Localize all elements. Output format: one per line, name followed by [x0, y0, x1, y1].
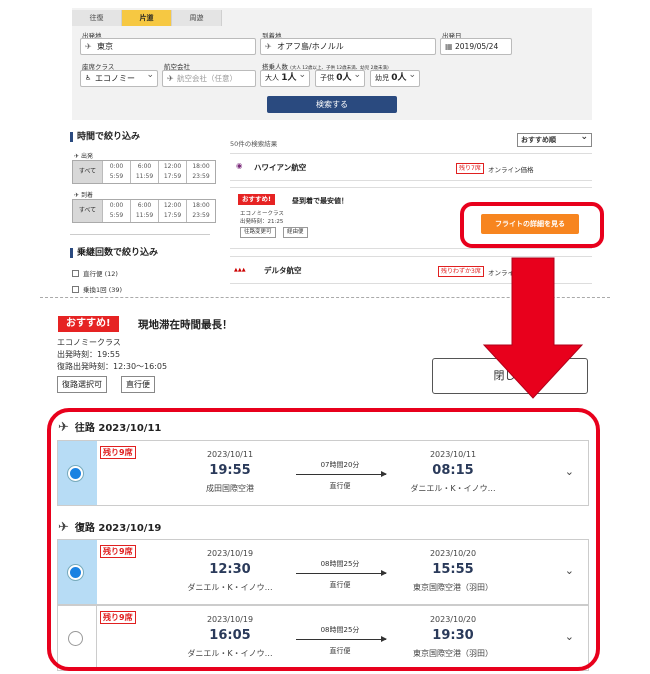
chip-return-select: 復路選択可 — [57, 376, 107, 393]
search-page: 往復 片道 周遊 出発地 ✈ 東京 到着地 ✈ オアフ島/ホノルル 出発日 ▦ … — [0, 0, 650, 300]
origin-value: 東京 — [97, 42, 113, 51]
airline-input[interactable]: ✈ 航空会社（任意） — [162, 70, 256, 87]
seat-icon: ♿ — [85, 74, 92, 82]
child-value: 0人 — [336, 73, 352, 83]
stops-filter-title: 乗継回数で絞り込み — [70, 248, 158, 258]
arrive-label-text: 到着 — [80, 192, 93, 199]
card-headline: 昼到着で最安値！ — [292, 197, 348, 205]
recommended-badge: おすすめ! — [238, 194, 275, 205]
depart-slot-all[interactable]: すべて — [73, 161, 103, 183]
card-depart-time: 出発時刻：21:25 — [240, 219, 284, 225]
airline-name: ハワイアン航空 — [254, 163, 307, 172]
arrive-filter-label: ✈ 到着 — [74, 190, 93, 199]
trip-type-tabs: 往復 片道 周遊 — [72, 10, 222, 26]
depart-filter-label: ✈ 出発 — [74, 151, 93, 160]
depart-label-text: 出発 — [80, 153, 93, 160]
online-price-label: オンライン価格 — [488, 269, 534, 277]
depart-slot-1[interactable]: 0:00 5:59 — [103, 161, 131, 183]
detail-depart-time: 出発時刻：19:55 — [57, 350, 121, 359]
plane-takeoff-icon: ✈ — [85, 42, 92, 51]
close-button[interactable]: 閉じる — [432, 358, 588, 394]
arrive-slot-1[interactable]: 0:00 5:59 — [103, 200, 131, 222]
tab-roundtrip[interactable]: 往復 — [72, 10, 122, 26]
highlight-flight-options — [47, 408, 600, 671]
chip-via: 経由便 — [283, 227, 308, 238]
detail-headline: 現地滞在時間最長！ — [138, 319, 233, 331]
seats-left-badge: 残り7席 — [456, 163, 484, 174]
card-class: エコノミークラス — [240, 211, 284, 217]
date-value: 2019/05/24 — [455, 42, 499, 51]
depart-time-grid: すべて 0:00 5:59 6:00 11:59 12:00 17:59 18:00 2… — [72, 160, 216, 184]
time-filter-title: 時間で絞り込み — [70, 132, 140, 142]
adult-value: 1人 — [281, 73, 297, 83]
chip-change-ok: 往路変更可 — [240, 227, 276, 238]
seats-left-badge: 残りわずか3席 — [438, 266, 484, 277]
depart-slot-3[interactable]: 12:00 17:59 — [159, 161, 187, 183]
checkbox[interactable] — [72, 286, 79, 293]
arrive-slot-2[interactable]: 6:00 11:59 — [131, 200, 159, 222]
delta-logo-icon: ▲▲▲ — [234, 267, 246, 273]
child-label: 子供 — [320, 74, 334, 82]
result-card-hawaiian[interactable]: ◉ ハワイアン航空 残り7席 オンライン価格 — [230, 153, 592, 181]
stop-option-one[interactable]: 乗換1回 (39) — [72, 284, 122, 294]
depart-plane-icon: ✈ — [74, 153, 80, 160]
tab-oneway[interactable]: 片道 — [122, 10, 172, 26]
results-count: 50件の検索結果 — [230, 140, 278, 148]
adult-label: 大人 — [265, 74, 279, 82]
class-select[interactable]: ♿ エコノミー — [80, 68, 158, 87]
sort-select[interactable]: おすすめ順 — [517, 131, 592, 147]
tab-multicity[interactable]: 周遊 — [172, 10, 222, 26]
infant-select[interactable]: 幼児 0人 — [370, 68, 420, 87]
arrive-slot-all[interactable]: すべて — [73, 200, 103, 222]
online-price-label: オンライン価格 — [488, 166, 534, 174]
stop-option-direct[interactable]: 直行便 (12) — [72, 268, 118, 278]
adult-select[interactable]: 大人 1人 — [260, 68, 310, 87]
infant-label: 幼児 — [375, 74, 389, 82]
destination-input[interactable]: ✈ オアフ島/ホノルル — [260, 38, 436, 55]
arrive-slot-3[interactable]: 12:00 17:59 — [159, 200, 187, 222]
airline-plane-icon: ✈ — [167, 74, 174, 83]
search-button[interactable]: 検索する — [267, 96, 397, 113]
sidebar-divider — [70, 234, 210, 235]
detail-class: エコノミークラス — [57, 338, 121, 347]
calendar-icon: ▦ — [445, 42, 453, 51]
checkbox[interactable] — [72, 270, 79, 277]
date-input[interactable]: ▦ 2019/05/24 — [440, 38, 512, 55]
child-select[interactable]: 子供 0人 — [315, 68, 365, 87]
airline-name: デルタ航空 — [264, 266, 302, 275]
infant-value: 0人 — [391, 73, 407, 83]
highlight-detail-button — [460, 202, 604, 248]
chip-direct: 直行便 — [121, 376, 155, 393]
arrive-plane-icon: ✈ — [74, 192, 80, 199]
depart-slot-4[interactable]: 18:00 23:59 — [187, 161, 215, 183]
destination-value: オアフ島/ホノルル — [277, 42, 344, 51]
class-value: エコノミー — [95, 74, 135, 83]
recommended-badge-large: おすすめ! — [58, 316, 119, 332]
arrive-time-grid: すべて 0:00 5:59 6:00 11:59 12:00 17:59 18:00 2… — [72, 199, 216, 223]
depart-slot-2[interactable]: 6:00 11:59 — [131, 161, 159, 183]
result-card-delta[interactable]: ▲▲▲ デルタ航空 残りわずか3席 オンライン価格 — [230, 256, 592, 284]
arrive-slot-4[interactable]: 18:00 23:59 — [187, 200, 215, 222]
airline-placeholder: 航空会社（任意） — [177, 74, 237, 83]
detail-return-time: 復路出発時刻：12:30～16:05 — [57, 362, 168, 371]
origin-input[interactable]: ✈ 東京 — [80, 38, 256, 55]
hawaiian-logo-icon: ◉ — [236, 161, 243, 170]
plane-landing-icon: ✈ — [265, 42, 272, 51]
